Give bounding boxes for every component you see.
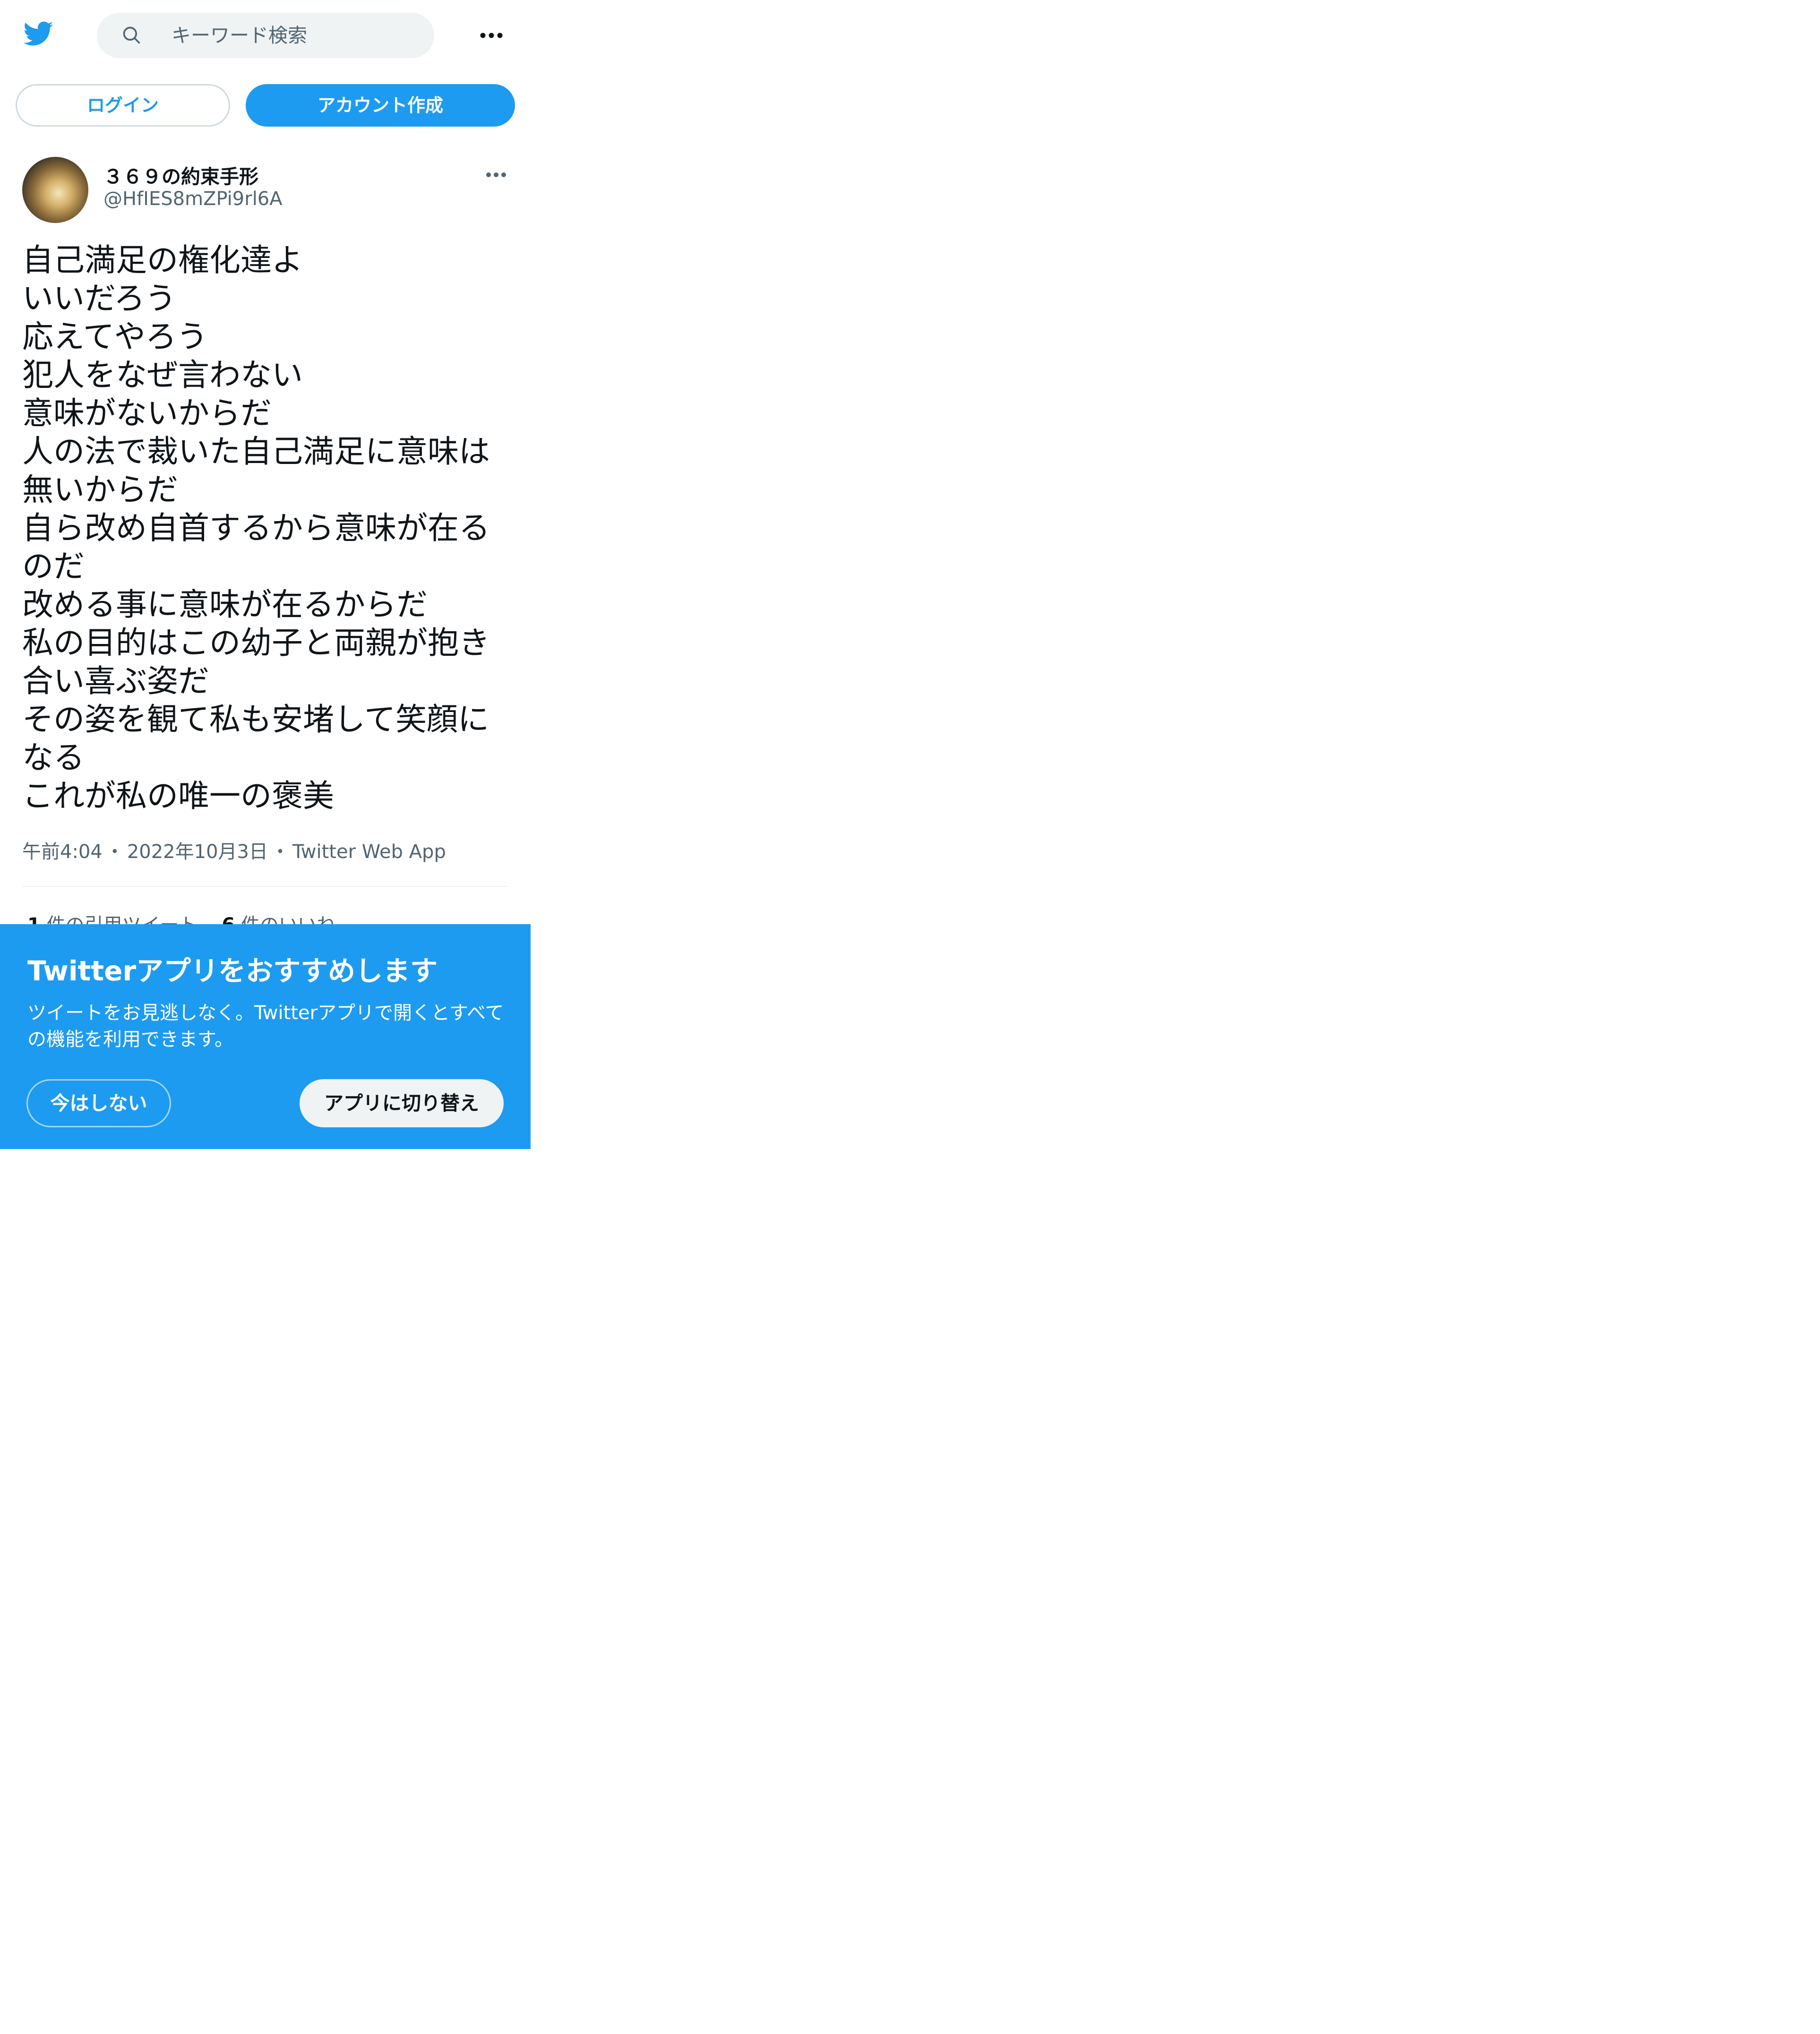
more-horizontal-icon[interactable]: [477, 24, 506, 47]
tweet-meta: 午前4:04 ・ 2022年10月3日・ Twitter Web App: [22, 836, 446, 864]
separator: ・: [270, 841, 290, 863]
tweet-line: 犯人をなぜ言わない: [22, 357, 303, 393]
tweet-line: 改める事に意味が在るからだ: [22, 586, 428, 623]
tweet-line: これが私の唯一の褒美: [22, 778, 334, 814]
tweet-date[interactable]: 2022年10月3日: [127, 841, 268, 863]
switch-to-app-button[interactable]: アプリに切り替え: [300, 1079, 504, 1127]
tweet-line: 応えてやろう: [22, 318, 208, 355]
tweet-line: 無いからだ: [22, 472, 178, 508]
tweet-more-icon[interactable]: [482, 168, 510, 182]
tweet-source: Twitter Web App: [292, 841, 446, 863]
banner-title: Twitterアプリをおすすめします: [27, 955, 438, 987]
tweet-line: のだ: [22, 548, 85, 584]
tweet-line: 合い喜ぶ姿だ: [22, 663, 209, 699]
tweet-line: 人の法で裁いた自己満足に意味は: [22, 433, 490, 470]
tweet-line: 意味がないからだ: [22, 395, 272, 431]
user-handle[interactable]: @HfIES8mZPi9rl6A: [103, 188, 283, 210]
app-promo-banner: Twitterアプリをおすすめします ツイートをお見逃しなく。Twitterアプ…: [0, 924, 531, 1149]
mobile-viewport: キーワード検索 ログイン アカウント作成 ３６９の約束手形 @HfIES8mZP…: [0, 0, 531, 1149]
separator: ・: [105, 841, 124, 863]
tweet-line: その姿を観て私も安堵して笑顔に: [22, 701, 489, 738]
signup-button[interactable]: アカウント作成: [246, 84, 515, 127]
tweet-line: 自ら改め自首するから意味が在る: [22, 510, 490, 546]
tweet-text: 自己満足の権化達よ いいだろう 応えてやろう 犯人をなぜ言わない 意味がないから…: [22, 241, 509, 815]
not-now-button[interactable]: 今はしない: [26, 1079, 171, 1127]
top-bar: キーワード検索: [0, 0, 531, 71]
login-button[interactable]: ログイン: [16, 84, 230, 127]
tweet-line: 自己満足の権化達よ: [22, 242, 303, 278]
avatar[interactable]: [22, 157, 88, 223]
tweet-line: 私の目的はこの幼子と両親が抱き: [22, 625, 490, 661]
display-name[interactable]: ３６９の約束手形: [103, 161, 258, 189]
search-icon: [121, 25, 142, 46]
tweet-line: いいだろう: [22, 280, 177, 317]
search-placeholder: キーワード検索: [172, 24, 307, 47]
divider: [22, 886, 507, 887]
banner-description: ツイートをお見逃しなく。Twitterアプリで開くとすべての機能を利用できます。: [27, 1002, 504, 1050]
search-box[interactable]: キーワード検索: [97, 13, 434, 58]
twitter-bird-icon[interactable]: [20, 18, 56, 49]
tweet-time[interactable]: 午前4:04: [22, 841, 103, 863]
tweet-line: なる: [22, 739, 85, 776]
